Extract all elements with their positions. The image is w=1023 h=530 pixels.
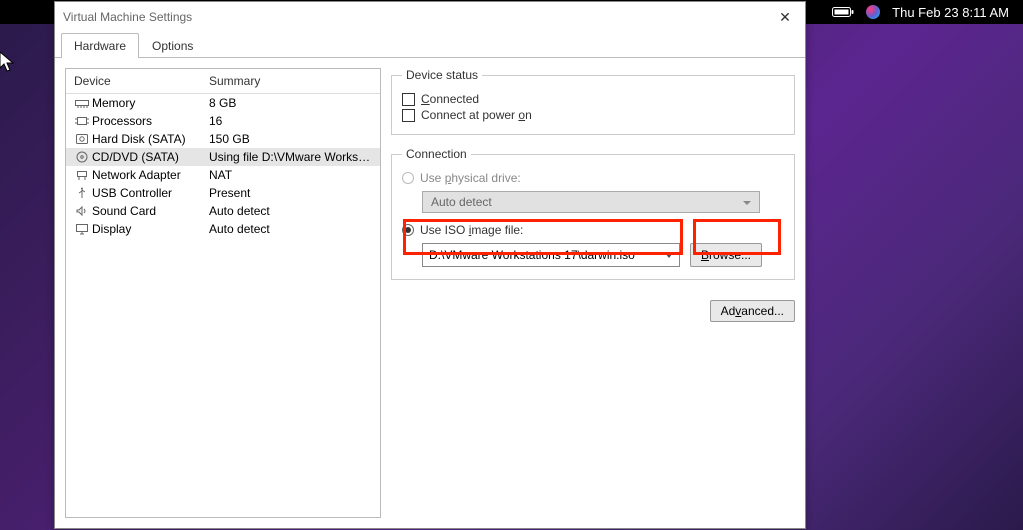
connection-legend: Connection [402,147,471,161]
siri-icon[interactable] [866,5,880,19]
advanced-button[interactable]: Advanced... [710,300,795,322]
device-row-sound[interactable]: Sound Card Auto detect [66,202,380,220]
display-icon [74,222,90,236]
device-row-network[interactable]: Network Adapter NAT [66,166,380,184]
cpu-icon [74,114,90,128]
device-row-memory[interactable]: Memory 8 GB [66,94,380,112]
device-row-usb[interactable]: USB Controller Present [66,184,380,202]
device-status-legend: Device status [402,68,482,82]
use-iso-radio[interactable] [402,224,414,236]
iso-path-combo[interactable]: D:\VMware Workstations 17\darwin.iso [422,243,680,267]
use-iso-label: Use ISO image file: [420,223,523,237]
header-device: Device [74,74,209,88]
vm-settings-window: Virtual Machine Settings ✕ Hardware Opti… [54,1,806,529]
iso-path-value: D:\VMware Workstations 17\darwin.iso [429,248,635,262]
device-row-processors[interactable]: Processors 16 [66,112,380,130]
disk-icon [74,132,90,146]
window-title: Virtual Machine Settings [63,10,773,24]
connect-at-poweron-checkbox[interactable] [402,109,415,122]
network-icon [74,168,90,182]
device-row-harddisk[interactable]: Hard Disk (SATA) 150 GB [66,130,380,148]
titlebar: Virtual Machine Settings ✕ [55,2,805,32]
tab-hardware[interactable]: Hardware [61,33,139,58]
close-button[interactable]: ✕ [773,9,797,26]
connection-group: Connection Use physical drive: Auto dete… [391,147,795,280]
cd-icon [74,150,90,164]
header-summary: Summary [209,74,260,88]
battery-icon [832,6,854,18]
device-list-header: Device Summary [66,69,380,94]
device-list: Device Summary Memory 8 GB Processors 16 [65,68,381,518]
sound-icon [74,204,90,218]
cursor-icon [0,50,16,74]
browse-button[interactable]: Browse... [690,243,762,267]
physical-drive-combo: Auto detect [422,191,760,213]
tab-options[interactable]: Options [139,33,206,58]
use-physical-radio[interactable] [402,172,414,184]
connect-at-poweron-label: Connect at power on [421,108,532,122]
connected-checkbox[interactable] [402,93,415,106]
tab-bar: Hardware Options [55,32,805,58]
memory-icon [74,96,90,110]
connected-label: Connected [421,92,479,106]
device-row-display[interactable]: Display Auto detect [66,220,380,238]
menubar-clock: Thu Feb 23 8:11 AM [892,5,1009,20]
usb-icon [74,186,90,200]
use-physical-label: Use physical drive: [420,171,521,185]
device-status-group: Device status Connected Connect at power… [391,68,795,135]
device-row-cddvd[interactable]: CD/DVD (SATA) Using file D:\VMware Works… [66,148,380,166]
chevron-down-icon [665,253,673,258]
